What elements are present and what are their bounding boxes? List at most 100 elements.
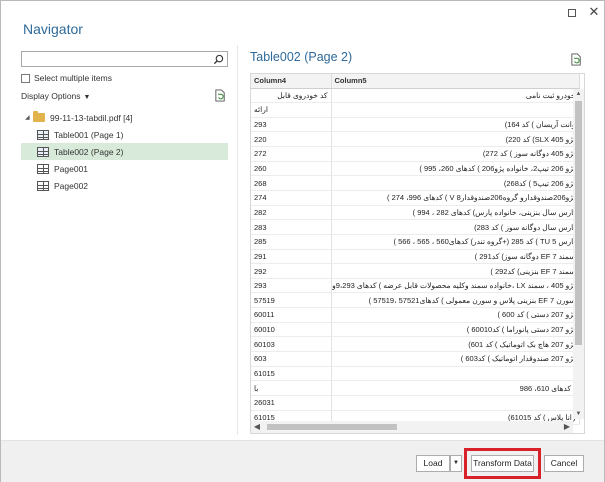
folder-icon	[33, 111, 45, 122]
select-multiple-items[interactable]: Select multiple items	[21, 72, 112, 84]
column4-cell[interactable]: 293	[251, 278, 332, 294]
table-row: 60011 پژو 207 دستی ) کد 600 )	[251, 307, 580, 323]
preview-grid[interactable]: Column4 Column5 کد خودروی قابل خودرو ثبت …	[250, 73, 585, 434]
scroll-down-icon[interactable]: ▼	[573, 409, 584, 419]
column5-cell[interactable]: وانت آریسان ) کد 164)	[331, 117, 580, 133]
tree-item-table001[interactable]: Table001 (Page 1)	[21, 126, 228, 143]
tree-item-page002[interactable]: Page002	[21, 177, 228, 194]
page-icon	[37, 180, 49, 191]
table-row: 268 پژو 206 تیپ5 ) کد268)	[251, 175, 580, 191]
panel-divider[interactable]	[237, 45, 238, 435]
column4-cell[interactable]: 274	[251, 190, 332, 206]
refresh-icon[interactable]	[214, 89, 227, 102]
column5-cell[interactable]: پژو 405 دوگانه سوز ) کد 272)	[331, 146, 580, 162]
column5-cell[interactable]: پارس سال بنزینی، خانواده پارس) کدهای 282…	[331, 205, 580, 221]
table-row: 285 پارس TU 5 ) کد 285 (+گروه تندر) کدهای…	[251, 234, 580, 250]
load-button[interactable]: Load	[416, 455, 450, 472]
column4-cell[interactable]: با	[251, 380, 332, 396]
tree-item-table002[interactable]: Table002 (Page 2)	[21, 143, 228, 160]
navigator-window: ✕ Navigator Select multiple items Displa…	[0, 0, 605, 482]
column4-cell[interactable]: 291	[251, 249, 332, 265]
column5-cell[interactable]: پژو 206 تیپ2، خانواده پژو206 ) کدهای 260…	[331, 161, 580, 177]
column4-cell[interactable]: 283	[251, 219, 332, 235]
column4-cell[interactable]: 603	[251, 351, 332, 367]
vertical-scrollbar[interactable]: ▲ ▼	[573, 89, 584, 419]
column5-cell[interactable]	[331, 366, 580, 382]
column5-cell[interactable]: پارس سال دوگانه سوز ) کد 283)	[331, 219, 580, 235]
column5-cell[interactable]: خودرو ثبت نامی	[331, 88, 580, 104]
select-multiple-checkbox[interactable]	[21, 73, 30, 83]
tree-item-label: Page001	[54, 163, 89, 174]
select-multiple-label: Select multiple items	[34, 73, 112, 83]
column4-cell[interactable]: 282	[251, 205, 332, 221]
column4-cell[interactable]: 260	[251, 161, 332, 177]
horizontal-scrollbar[interactable]: ◀ ▶	[251, 421, 573, 433]
column5-cell[interactable]: پژو 207 هاچ بک اتوماتیک ) کد 601)	[331, 336, 580, 353]
column5-cell[interactable]: ) کدهای 610، 986	[331, 380, 580, 396]
scroll-left-icon[interactable]: ◀	[251, 421, 263, 433]
load-options-button[interactable]: ▼	[450, 455, 462, 472]
column5-cell[interactable]: پژو 207 دستی ) کد 600 )	[331, 307, 580, 323]
column5-cell[interactable]: پژو206صندوقدارو گروه206صندوقدار8 V ) کده…	[331, 190, 580, 206]
column5-cell[interactable]	[331, 395, 580, 411]
cancel-button[interactable]: Cancel	[544, 455, 584, 472]
column5-cell[interactable]: پژو SLX 405) کد 220)	[331, 131, 580, 148]
table-icon	[37, 146, 49, 157]
table-row: کد خودروی قابل خودرو ثبت نامی	[251, 88, 580, 104]
column5-cell[interactable]: پارس TU 5 ) کد 285 (+گروه تندر) کدهای560…	[331, 234, 580, 250]
column4-cell[interactable]: 268	[251, 175, 332, 191]
column4-cell[interactable]: 60011	[251, 307, 332, 323]
column5-cell[interactable]: سورن EF 7 بنزینی پلاس و سورن معمولی ) کد…	[331, 292, 580, 309]
display-options-dropdown[interactable]: Display Options ▼	[21, 91, 90, 101]
column5-cell[interactable]: سمند EF 7 دوگانه سوز) کد291 )	[331, 249, 580, 265]
search-input[interactable]	[22, 52, 212, 66]
column4-cell[interactable]: 292	[251, 263, 332, 279]
column5-cell[interactable]: پژو 405 ، سمند LX ،خانواده سمند وکلیه مح…	[331, 278, 580, 294]
column4-cell[interactable]: ارائه	[251, 102, 332, 118]
column5-cell[interactable]: پژو 206 تیپ5 ) کد268)	[331, 175, 580, 191]
transform-data-button[interactable]: Transform Data	[471, 455, 534, 472]
column4-cell[interactable]: 285	[251, 234, 332, 250]
maximize-icon	[568, 8, 576, 17]
scroll-right-icon[interactable]: ▶	[561, 421, 573, 433]
search-box[interactable]	[21, 51, 228, 67]
table-row: 293 پژو 405 ، سمند LX ،خانواده سمند وکلیه…	[251, 278, 580, 294]
tree-folder-label: 99-11-13-tabdil.pdf [4]	[50, 112, 133, 123]
column4-cell[interactable]: 60103	[251, 336, 332, 353]
column5-cell[interactable]	[331, 102, 580, 118]
column4-cell[interactable]: کد خودروی قابل	[251, 88, 332, 104]
close-button[interactable]: ✕	[583, 3, 605, 21]
table-row: 282 پارس سال بنزینی، خانواده پارس) کدهای …	[251, 205, 580, 221]
scroll-up-icon[interactable]: ▲	[573, 89, 584, 99]
tree-item-label: Table002 (Page 2)	[54, 146, 124, 157]
column4-cell[interactable]: 60010	[251, 322, 332, 338]
refresh-preview-icon[interactable]	[570, 53, 583, 66]
column5-cell[interactable]: پژو 207 دستی پانوراما ) کد60010 )	[331, 322, 580, 338]
column4-cell[interactable]: 57519	[251, 292, 332, 309]
navigator-tree: ◢ 99-11-13-tabdil.pdf [4] Table001 (Page…	[21, 109, 228, 194]
table-row: 260 پژو 206 تیپ2، خانواده پژو206 ) کدهای …	[251, 161, 580, 177]
column-header[interactable]: Column5	[331, 74, 580, 89]
dialog-footer: Load ▼ Transform Data Cancel	[1, 440, 604, 482]
column4-cell[interactable]: 272	[251, 146, 332, 162]
table-row: 283 پارس سال دوگانه سوز ) کد 283)	[251, 219, 580, 235]
column4-cell[interactable]: 26031	[251, 395, 332, 411]
table-row: 60010 پژو 207 دستی پانوراما ) کد60010 )	[251, 322, 580, 338]
maximize-button[interactable]	[561, 3, 583, 21]
tree-item-label: Page002	[54, 180, 89, 191]
column4-cell[interactable]: 220	[251, 131, 332, 148]
tree-item-page001[interactable]: Page001	[21, 160, 228, 177]
horizontal-scroll-thumb[interactable]	[267, 424, 397, 430]
table-row: 26031	[251, 395, 580, 411]
column4-cell[interactable]: 61015	[251, 366, 332, 382]
vertical-scroll-thumb[interactable]	[575, 101, 582, 345]
expand-arrow-icon[interactable]: ◢	[25, 114, 33, 121]
tree-folder-pdf[interactable]: ◢ 99-11-13-tabdil.pdf [4]	[21, 109, 228, 126]
column5-cell[interactable]: پژو 207 صندوقدار اتوماتیک ) کد603 )	[331, 351, 580, 367]
table-row: 291 سمند EF 7 دوگانه سوز) کد291 )	[251, 249, 580, 265]
page-icon	[37, 163, 49, 174]
column-header[interactable]: Column4	[251, 74, 332, 89]
column5-cell[interactable]: سمند EF 7 بنزینی) کد292 )	[331, 263, 580, 279]
column4-cell[interactable]: 293	[251, 117, 332, 133]
search-icon[interactable]	[213, 54, 224, 65]
